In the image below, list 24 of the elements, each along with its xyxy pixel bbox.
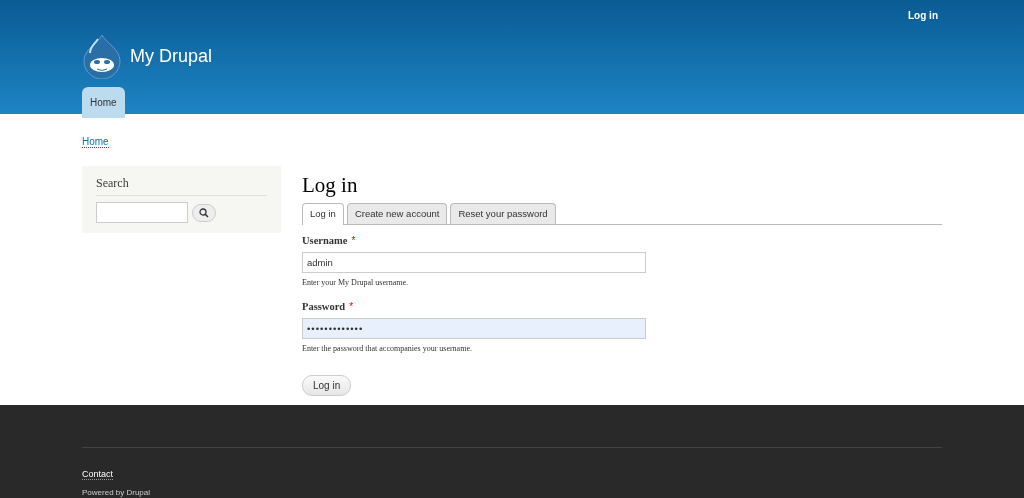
field-label: Username <box>302 234 348 249</box>
required-mark: * <box>349 300 354 315</box>
site-name[interactable]: My Drupal <box>130 42 213 70</box>
field-label: Password <box>302 300 346 315</box>
tab[interactable]: Reset your password <box>450 203 556 225</box>
block-title: Search <box>96 174 267 196</box>
login-link[interactable]: Log in <box>908 8 938 23</box>
nav-tab[interactable]: Home <box>82 87 125 118</box>
password-field[interactable]: ••••••••••••• <box>302 317 646 339</box>
drop-logo-icon[interactable] <box>82 33 122 79</box>
search-field[interactable] <box>96 202 188 223</box>
page-title: Log in <box>302 173 359 199</box>
username-field[interactable]: admin <box>302 252 646 274</box>
help-text: Enter the password that accompanies your username. <box>302 342 473 355</box>
help-text: Enter your My Drupal username. <box>302 277 409 290</box>
search-icon <box>199 207 209 218</box>
tab[interactable]: Create new account <box>346 203 448 225</box>
required-mark: * <box>351 234 356 249</box>
tab[interactable]: Log in <box>302 203 344 226</box>
breadcrumb-link[interactable]: Home <box>82 136 109 148</box>
search-button[interactable] <box>192 203 216 222</box>
login-button[interactable]: Log in <box>302 374 352 396</box>
footer-link[interactable]: Contact <box>82 469 114 480</box>
powered-by-text: Powered by Drupal <box>82 489 152 498</box>
